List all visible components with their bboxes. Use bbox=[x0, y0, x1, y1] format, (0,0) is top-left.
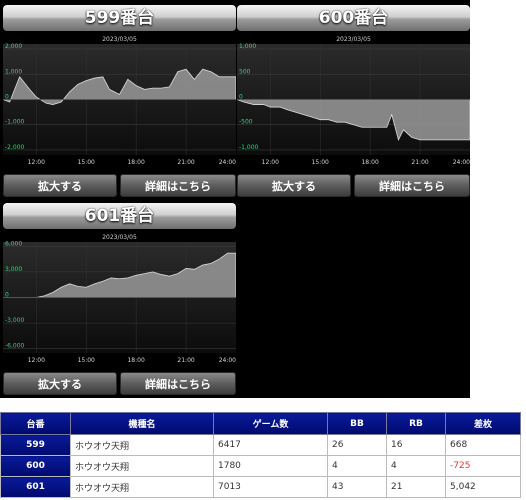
chart-date: 2023/03/05 bbox=[102, 36, 137, 43]
chart-date: 2023/03/05 bbox=[102, 234, 137, 241]
panel-title: 600番台 bbox=[237, 5, 470, 31]
game-count: 6417 bbox=[213, 434, 328, 456]
rb-count: 16 bbox=[386, 434, 446, 456]
y-tick-label: 2,000 bbox=[5, 43, 22, 50]
machine-number: 599 bbox=[0, 434, 71, 456]
details-button[interactable]: 詳細はこちら bbox=[120, 372, 236, 395]
difference: 668 bbox=[445, 434, 521, 456]
header-model: 機種名 bbox=[70, 412, 214, 435]
details-button[interactable]: 詳細はこちら bbox=[354, 174, 470, 197]
header-machine-number: 台番 bbox=[0, 412, 71, 435]
table-row: 599 ホウオウ天翔 6417 26 16 668 bbox=[0, 434, 521, 456]
x-tick-label: 24:00 bbox=[219, 357, 236, 364]
y-tick-label: -500 bbox=[239, 119, 253, 126]
y-tick-label: 6,000 bbox=[5, 240, 22, 247]
x-tick-label: 12:00 bbox=[262, 159, 279, 166]
machine-number: 601 bbox=[0, 476, 71, 498]
model-name: ホウオウ天翔 bbox=[70, 434, 214, 456]
y-tick-label: 0 bbox=[5, 292, 9, 299]
panel-title: 599番台 bbox=[3, 5, 236, 31]
game-count: 7013 bbox=[213, 476, 328, 498]
machine-panel-599: 599番台 2023/03/05 2,000 1,000 0 -1,000 -2,000 1… bbox=[3, 5, 236, 197]
x-tick-label: 18:00 bbox=[361, 159, 378, 166]
x-tick-label: 12:00 bbox=[28, 357, 45, 364]
y-tick-label: 0 bbox=[5, 94, 9, 101]
y-tick-label: 3,000 bbox=[5, 266, 22, 273]
table-row: 600 ホウオウ天翔 1780 4 4 -725 bbox=[0, 455, 521, 477]
slump-chart-600: 2023/03/05 1,000 500 0 -500 -1,000 12:00 15:00 1… bbox=[237, 36, 470, 166]
details-button[interactable]: 詳細はこちら bbox=[120, 174, 236, 197]
header-difference: 差枚 bbox=[445, 412, 521, 435]
machine-panel-601: 601番台 2023/03/05 6,000 3,000 0 -3,000 -6,000 1… bbox=[3, 203, 236, 395]
y-tick-label: -3,000 bbox=[5, 317, 25, 324]
bb-count: 26 bbox=[327, 434, 387, 456]
table-header-row: 台番 機種名 ゲーム数 BB RB 差枚 bbox=[0, 412, 521, 435]
machine-panel-600: 600番台 2023/03/05 1,000 500 0 -500 -1,000 12:00… bbox=[237, 5, 470, 197]
button-row: 拡大する 詳細はこちら bbox=[3, 372, 236, 395]
x-tick-label: 21:00 bbox=[177, 159, 194, 166]
x-tick-label: 18:00 bbox=[127, 357, 144, 364]
page: 599番台 2023/03/05 2,000 1,000 0 -1,000 -2,000 1… bbox=[0, 0, 526, 500]
y-tick-label: 0 bbox=[239, 94, 243, 101]
x-tick-label: 12:00 bbox=[28, 159, 45, 166]
game-count: 1780 bbox=[213, 455, 328, 477]
zoom-button[interactable]: 拡大する bbox=[3, 174, 117, 197]
x-tick-label: 18:00 bbox=[127, 159, 144, 166]
y-tick-label: 1,000 bbox=[5, 68, 22, 75]
header-games: ゲーム数 bbox=[213, 412, 328, 435]
zoom-button[interactable]: 拡大する bbox=[237, 174, 351, 197]
rb-count: 21 bbox=[386, 476, 446, 498]
x-tick-label: 21:00 bbox=[411, 159, 428, 166]
y-tick-label: 500 bbox=[239, 68, 251, 75]
chart-date: 2023/03/05 bbox=[336, 36, 371, 43]
machine-number: 600 bbox=[0, 455, 71, 477]
x-tick-label: 21:00 bbox=[177, 357, 194, 364]
header-rb: RB bbox=[386, 412, 446, 435]
y-tick-label: -2,000 bbox=[5, 144, 25, 151]
y-tick-label: -1,000 bbox=[239, 144, 259, 151]
button-row: 拡大する 詳細はこちら bbox=[237, 174, 470, 197]
table-row: 601 ホウオウ天翔 7013 43 21 5,042 bbox=[0, 476, 521, 498]
header-bb: BB bbox=[327, 412, 387, 435]
x-tick-label: 15:00 bbox=[78, 357, 95, 364]
x-tick-label: 24:00 bbox=[219, 159, 236, 166]
chart-area: 2023/03/05 2,000 1,000 0 -1,000 -2,000 12:00 15… bbox=[3, 34, 236, 166]
panel-title: 601番台 bbox=[3, 203, 236, 229]
button-row: 拡大する 詳細はこちら bbox=[3, 174, 236, 197]
chart-area: 2023/03/05 1,000 500 0 -500 -1,000 12:00 15:00 1… bbox=[237, 34, 470, 166]
model-name: ホウオウ天翔 bbox=[70, 476, 214, 498]
rb-count: 4 bbox=[386, 455, 446, 477]
difference: -725 bbox=[445, 455, 521, 477]
difference: 5,042 bbox=[445, 476, 521, 498]
bb-count: 43 bbox=[327, 476, 387, 498]
zoom-button[interactable]: 拡大する bbox=[3, 372, 117, 395]
chart-area: 2023/03/05 6,000 3,000 0 -3,000 -6,000 12:00 15… bbox=[3, 232, 236, 364]
y-tick-label: -6,000 bbox=[5, 343, 25, 350]
model-name: ホウオウ天翔 bbox=[70, 455, 214, 477]
summary-table: 台番 機種名 ゲーム数 BB RB 差枚 599 ホウオウ天翔 6417 26 … bbox=[0, 412, 521, 498]
slump-chart-601: 2023/03/05 6,000 3,000 0 -3,000 -6,00012:00 15… bbox=[3, 234, 236, 364]
x-tick-label: 15:00 bbox=[312, 159, 329, 166]
x-tick-label: 15:00 bbox=[78, 159, 95, 166]
x-tick-label: 24:00 bbox=[453, 159, 470, 166]
slump-chart-599: 2023/03/05 2,000 1,000 0 -1,000 -2,000 12:00 15… bbox=[3, 36, 236, 166]
bb-count: 4 bbox=[327, 455, 387, 477]
y-tick-label: -1,000 bbox=[5, 119, 25, 126]
y-tick-label: 1,000 bbox=[239, 43, 256, 50]
